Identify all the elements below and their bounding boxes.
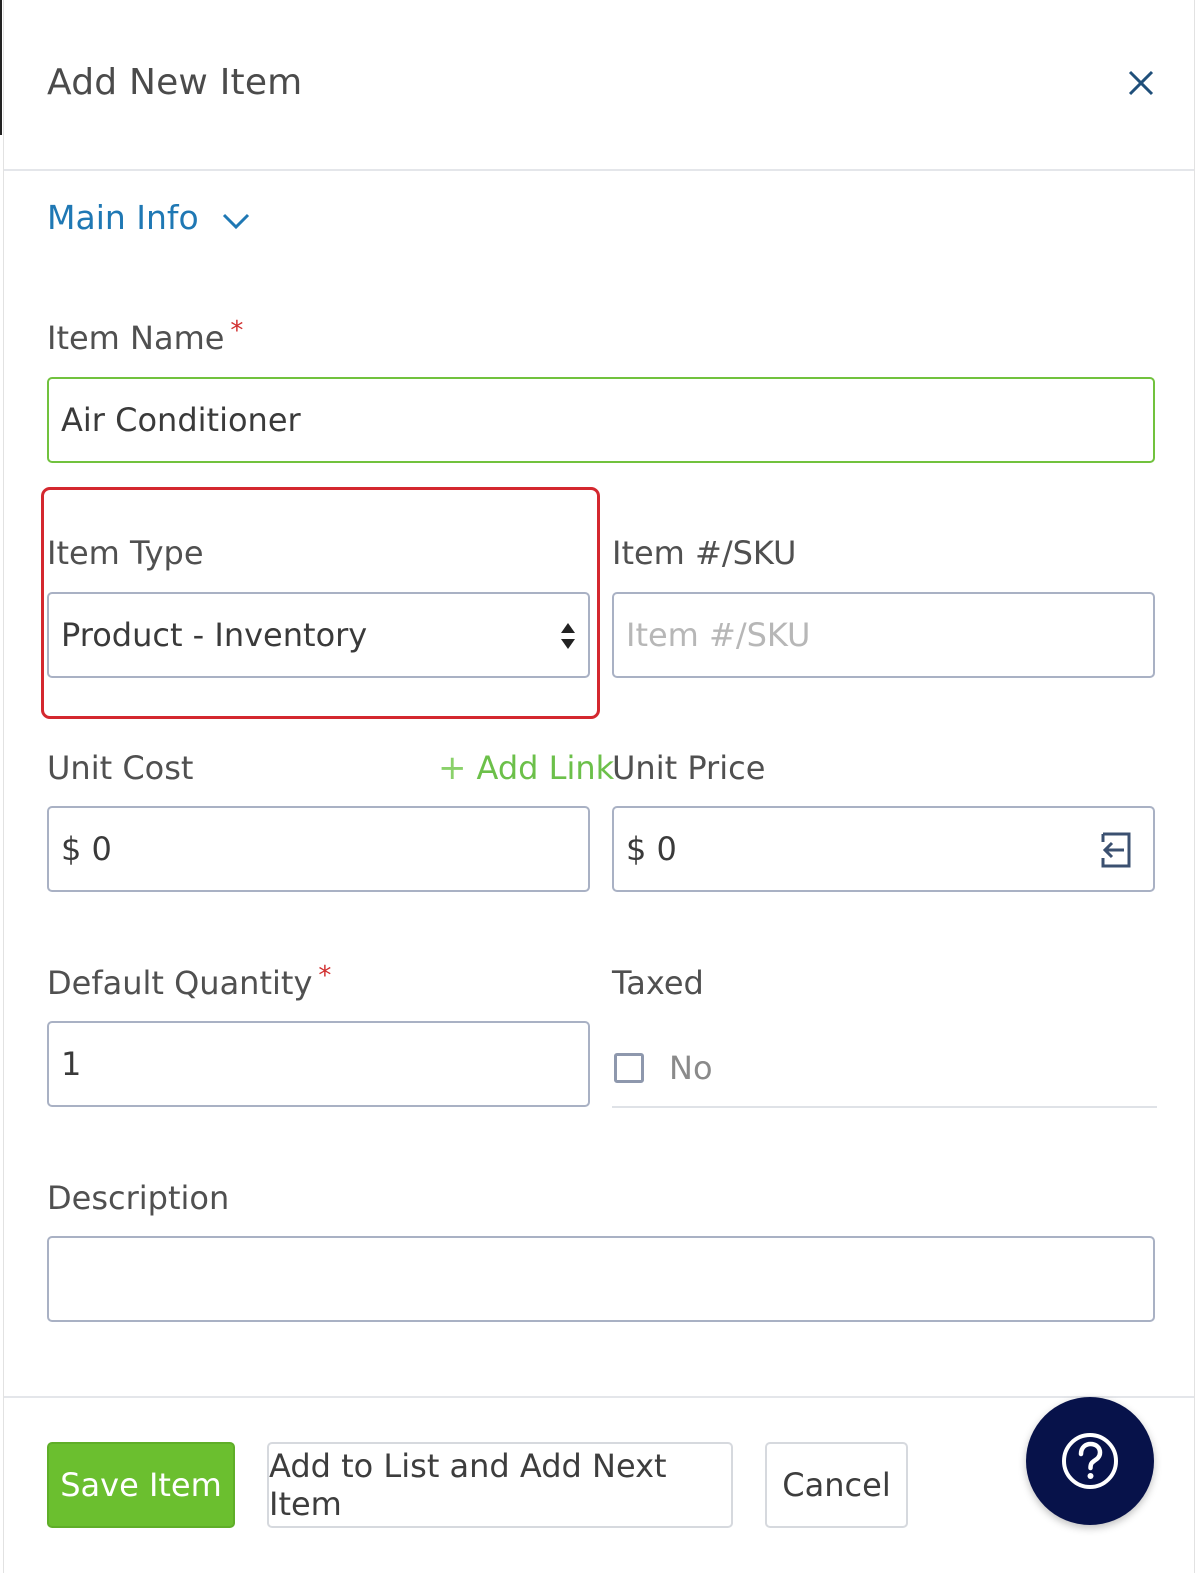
item-name-value: Air Conditioner	[61, 401, 301, 439]
unit-cost-value: $ 0	[61, 830, 112, 868]
help-button[interactable]	[1026, 1397, 1154, 1525]
unit-price-label: Unit Price	[612, 749, 766, 787]
plus-icon: +	[438, 748, 467, 788]
taxed-value: No	[669, 1049, 713, 1087]
question-circle-icon	[1062, 1433, 1118, 1489]
unit-cost-label: Unit Cost	[47, 749, 194, 787]
required-mark: *	[230, 316, 244, 346]
modal-header: Add New Item	[4, 0, 1194, 171]
section-toggle-main-info[interactable]: Main Info	[47, 198, 251, 237]
add-next-item-button[interactable]: Add to List and Add Next Item	[267, 1442, 733, 1528]
modal-title: Add New Item	[47, 62, 303, 103]
add-item-modal: Add New Item Main Info Item Name * Air Co…	[3, 0, 1195, 1573]
cancel-button[interactable]: Cancel	[765, 1442, 908, 1528]
sku-label: Item #/SKU	[612, 534, 797, 572]
close-button[interactable]	[1122, 64, 1160, 102]
required-mark: *	[318, 961, 332, 991]
sku-input[interactable]: Item #/SKU	[612, 592, 1155, 678]
chevron-down-icon	[222, 213, 249, 229]
section-label: Main Info	[47, 198, 199, 237]
import-arrow-icon[interactable]	[1095, 830, 1135, 870]
sku-placeholder: Item #/SKU	[626, 616, 811, 654]
default-quantity-input[interactable]: 1	[47, 1021, 590, 1107]
close-icon	[1128, 70, 1154, 96]
unit-cost-input[interactable]: $ 0	[47, 806, 590, 892]
taxed-label: Taxed	[612, 964, 704, 1002]
default-quantity-value: 1	[61, 1045, 82, 1083]
description-input[interactable]	[47, 1236, 1155, 1322]
taxed-checkbox[interactable]	[614, 1053, 644, 1083]
window-edge	[0, 0, 2, 135]
unit-price-value: $ 0	[626, 830, 677, 868]
default-quantity-label: Default Quantity *	[47, 961, 332, 1002]
item-name-label-text: Item Name	[47, 319, 225, 357]
taxed-toggle: No	[612, 1030, 1157, 1108]
add-link-button[interactable]: + Add Link	[438, 748, 614, 788]
item-name-input[interactable]: Air Conditioner	[47, 377, 1155, 463]
unit-price-input[interactable]: $ 0	[612, 806, 1155, 892]
sort-arrows-icon	[561, 623, 575, 649]
default-quantity-label-text: Default Quantity	[47, 964, 313, 1002]
item-type-value: Product - Inventory	[61, 616, 368, 654]
item-type-label: Item Type	[47, 534, 204, 572]
add-link-label: Add Link	[476, 749, 615, 787]
description-label: Description	[47, 1179, 230, 1217]
item-name-label: Item Name *	[47, 316, 244, 357]
item-type-select[interactable]: Product - Inventory	[47, 592, 590, 678]
save-item-button[interactable]: Save Item	[47, 1442, 235, 1528]
modal-footer: Save Item Add to List and Add Next Item …	[4, 1396, 1194, 1573]
